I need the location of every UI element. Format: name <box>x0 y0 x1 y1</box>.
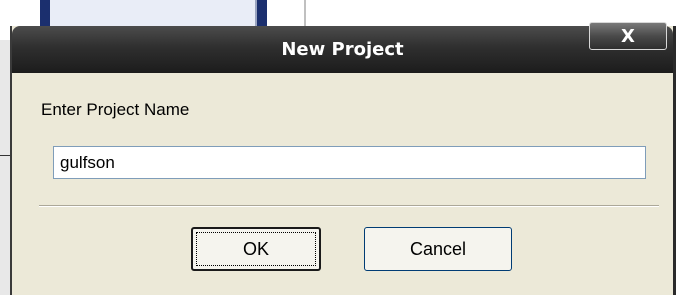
cancel-button[interactable]: Cancel <box>364 227 512 271</box>
background-left-strip <box>0 40 10 295</box>
dialog-separator <box>39 205 659 207</box>
cancel-button-label: Cancel <box>409 239 467 259</box>
close-button[interactable]: X <box>589 22 667 50</box>
close-icon: X <box>621 26 635 47</box>
ok-button[interactable]: OK <box>191 227 321 271</box>
ok-focus-ring <box>196 232 316 266</box>
background-left-mark <box>0 155 10 156</box>
dialog-title: New Project <box>281 39 404 60</box>
project-name-input[interactable] <box>53 146 646 179</box>
dialog-titlebar[interactable]: New Project X <box>12 22 673 73</box>
new-project-dialog: New Project X Enter Project Name OK Canc… <box>10 22 676 295</box>
project-name-label: Enter Project Name <box>41 100 190 119</box>
